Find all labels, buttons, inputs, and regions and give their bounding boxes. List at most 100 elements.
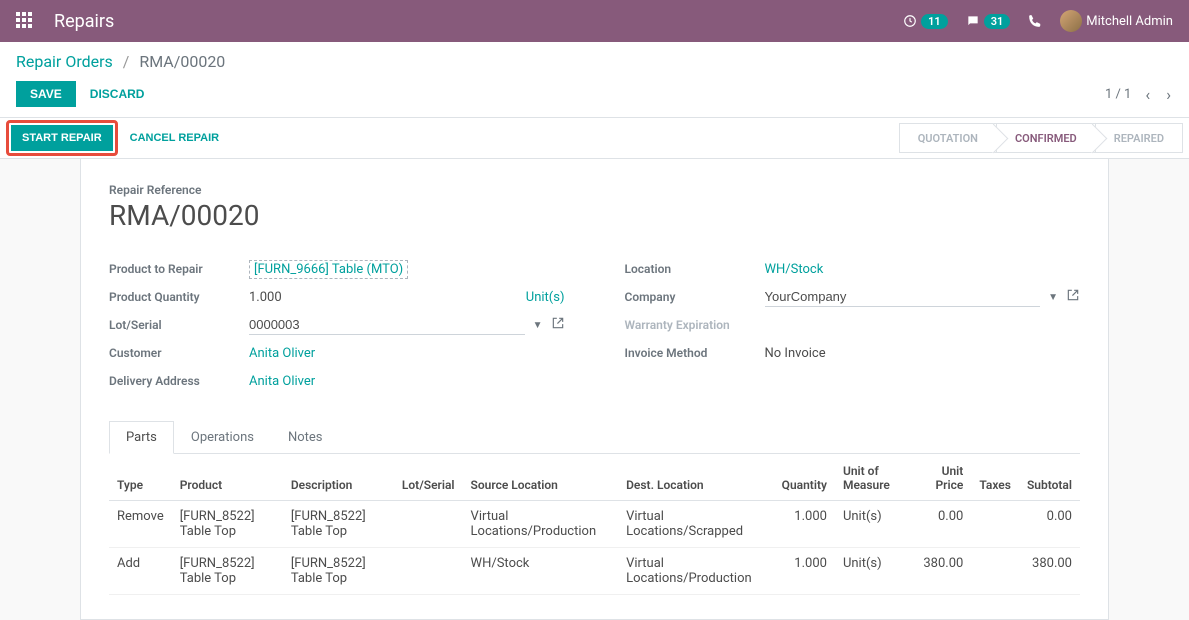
- repair-reference-value: RMA/00020: [109, 199, 1080, 232]
- cell-unit-price: 380.00: [911, 548, 971, 595]
- company-caret-icon[interactable]: ▼: [1048, 292, 1058, 303]
- parts-header-row: Type Product Description Lot/Serial Sour…: [109, 454, 1080, 501]
- form-left-column: Product to Repair [FURN_9666] Table (MTO…: [109, 256, 565, 396]
- breadcrumb-bar: Repair Orders / RMA/00020: [0, 42, 1189, 77]
- cell-taxes: [971, 501, 1019, 548]
- lot-serial-external-link-icon[interactable]: [551, 316, 565, 334]
- repair-reference-label: Repair Reference: [109, 183, 1080, 197]
- cancel-repair-button[interactable]: CANCEL REPAIR: [118, 125, 231, 151]
- app-title: Repairs: [54, 11, 114, 32]
- lot-serial-input[interactable]: [249, 315, 525, 335]
- breadcrumb-current: RMA/00020: [139, 52, 225, 71]
- lot-serial-caret-icon[interactable]: ▼: [533, 320, 543, 331]
- form-right-column: Location WH/Stock Company ▼ Warranty Exp…: [625, 256, 1081, 396]
- status-confirmed[interactable]: CONFIRMED: [996, 123, 1095, 153]
- topbar: Repairs 11 31 Mitchell Admin: [0, 0, 1189, 42]
- product-quantity-label: Product Quantity: [109, 290, 249, 304]
- cell-taxes: [971, 548, 1019, 595]
- pager: 1 / 1 ‹ ›: [1105, 85, 1173, 104]
- col-dest-location: Dest. Location: [618, 454, 774, 501]
- product-to-repair-value[interactable]: [FURN_9666] Table (MTO): [249, 260, 408, 279]
- cell-quantity: 1.000: [774, 548, 835, 595]
- cell-description: [FURN_8522] Table Top: [283, 548, 394, 595]
- cell-subtotal: 0.00: [1019, 501, 1080, 548]
- status-repaired[interactable]: REPAIRED: [1095, 123, 1183, 153]
- avatar: [1060, 10, 1082, 32]
- breadcrumb: Repair Orders / RMA/00020: [16, 52, 1173, 71]
- col-description: Description: [283, 454, 394, 501]
- company-input[interactable]: [765, 287, 1041, 307]
- clock-icon: [903, 14, 917, 28]
- start-repair-highlight: START REPAIR: [6, 120, 118, 156]
- col-taxes: Taxes: [971, 454, 1019, 501]
- activity-indicator[interactable]: 11: [903, 14, 948, 29]
- cell-uom: Unit(s): [835, 501, 911, 548]
- action-bar: START REPAIR CANCEL REPAIR QUOTATION CON…: [0, 117, 1189, 159]
- pager-prev[interactable]: ‹: [1143, 85, 1152, 104]
- cell-dest-location: Virtual Locations/Production: [618, 548, 774, 595]
- save-button[interactable]: SAVE: [16, 81, 76, 107]
- cell-type: Add: [109, 548, 172, 595]
- lot-serial-label: Lot/Serial: [109, 318, 249, 332]
- chat-icon: [966, 14, 980, 28]
- cell-subtotal: 380.00: [1019, 548, 1080, 595]
- status-bar: QUOTATION CONFIRMED REPAIRED: [899, 118, 1183, 158]
- product-quantity-uom[interactable]: Unit(s): [526, 290, 565, 305]
- cell-product: [FURN_8522] Table Top: [172, 501, 283, 548]
- col-lot-serial: Lot/Serial: [394, 454, 463, 501]
- table-row[interactable]: Remove[FURN_8522] Table Top[FURN_8522] T…: [109, 501, 1080, 548]
- company-external-link-icon[interactable]: [1066, 288, 1080, 306]
- location-label: Location: [625, 262, 765, 276]
- delivery-address-value[interactable]: Anita Oliver: [249, 374, 315, 389]
- product-quantity-value[interactable]: 1.000: [249, 290, 282, 305]
- pager-next[interactable]: ›: [1164, 85, 1173, 104]
- delivery-address-label: Delivery Address: [109, 374, 249, 388]
- status-quotation[interactable]: QUOTATION: [899, 123, 996, 153]
- col-type: Type: [109, 454, 172, 501]
- phone-indicator[interactable]: [1028, 14, 1042, 28]
- cell-product: [FURN_8522] Table Top: [172, 548, 283, 595]
- tab-notes[interactable]: Notes: [271, 421, 340, 454]
- cell-type: Remove: [109, 501, 172, 548]
- customer-label: Customer: [109, 346, 249, 360]
- user-menu[interactable]: Mitchell Admin: [1060, 10, 1173, 32]
- pager-position: 1 / 1: [1105, 87, 1131, 102]
- col-subtotal: Subtotal: [1019, 454, 1080, 501]
- col-product: Product: [172, 454, 283, 501]
- activity-badge: 11: [921, 14, 948, 29]
- discuss-indicator[interactable]: 31: [966, 14, 1011, 29]
- apps-icon[interactable]: [16, 12, 34, 30]
- col-uom: Unit of Measure: [835, 454, 911, 501]
- user-name: Mitchell Admin: [1086, 14, 1173, 29]
- parts-table: Type Product Description Lot/Serial Sour…: [109, 454, 1080, 595]
- cell-description: [FURN_8522] Table Top: [283, 501, 394, 548]
- breadcrumb-parent[interactable]: Repair Orders: [16, 52, 113, 71]
- tabs: Parts Operations Notes: [109, 420, 1080, 454]
- col-quantity: Quantity: [774, 454, 835, 501]
- tab-operations[interactable]: Operations: [174, 421, 271, 454]
- cell-lot-serial: [394, 548, 463, 595]
- company-label: Company: [625, 290, 765, 304]
- discuss-badge: 31: [984, 14, 1011, 29]
- table-row[interactable]: Add[FURN_8522] Table Top[FURN_8522] Tabl…: [109, 548, 1080, 595]
- cell-source-location: WH/Stock: [463, 548, 619, 595]
- invoice-method-label: Invoice Method: [625, 346, 765, 360]
- tab-parts[interactable]: Parts: [109, 421, 174, 454]
- form-sheet: Repair Reference RMA/00020 Product to Re…: [80, 159, 1109, 620]
- cell-dest-location: Virtual Locations/Scrapped: [618, 501, 774, 548]
- cell-unit-price: 0.00: [911, 501, 971, 548]
- phone-icon: [1028, 14, 1042, 28]
- product-to-repair-label: Product to Repair: [109, 262, 249, 276]
- col-unit-price: Unit Price: [911, 454, 971, 501]
- discard-button[interactable]: DISCARD: [76, 81, 159, 107]
- invoice-method-value[interactable]: No Invoice: [765, 346, 826, 361]
- warranty-expiration-label: Warranty Expiration: [625, 318, 765, 332]
- cell-quantity: 1.000: [774, 501, 835, 548]
- cell-source-location: Virtual Locations/Production: [463, 501, 619, 548]
- breadcrumb-separator: /: [123, 52, 130, 71]
- col-source-location: Source Location: [463, 454, 619, 501]
- customer-value[interactable]: Anita Oliver: [249, 346, 315, 361]
- location-value[interactable]: WH/Stock: [765, 262, 824, 277]
- cell-uom: Unit(s): [835, 548, 911, 595]
- start-repair-button[interactable]: START REPAIR: [11, 125, 113, 151]
